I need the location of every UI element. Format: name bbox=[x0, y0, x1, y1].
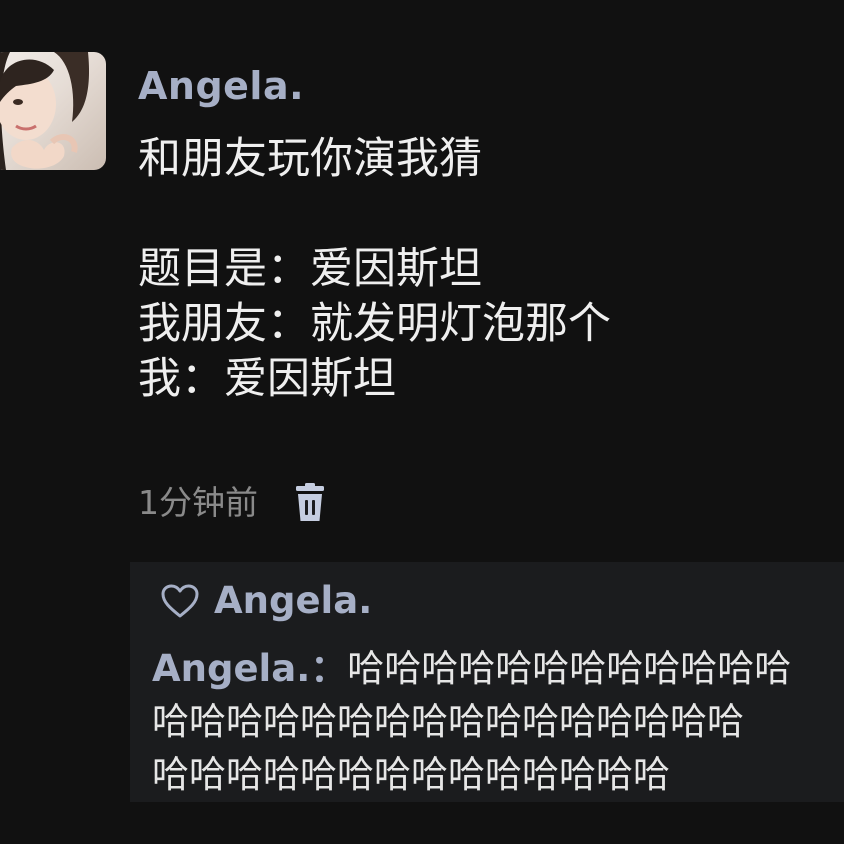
post-content: 和朋友玩你演我猜 题目是：爱因斯坦 我朋友：就发明灯泡那个 我：爱因斯坦 bbox=[138, 132, 828, 407]
heart-icon bbox=[161, 584, 199, 618]
like-indicator bbox=[160, 583, 200, 619]
post-timestamp: 1分钟前 bbox=[138, 483, 258, 522]
comment-separator: ： bbox=[310, 647, 348, 690]
post-line: 我：爱因斯坦 bbox=[138, 354, 396, 404]
post-author-name[interactable]: Angela. bbox=[138, 62, 304, 110]
avatar[interactable] bbox=[0, 52, 106, 170]
avatar-photo bbox=[0, 52, 90, 170]
comment-text: 哈哈哈哈哈哈哈哈哈哈哈哈 bbox=[347, 647, 792, 690]
post-line: 我朋友：就发明灯泡那个 bbox=[138, 299, 611, 349]
comment-text: 哈哈哈哈哈哈哈哈哈哈哈哈哈哈哈哈 bbox=[152, 700, 744, 743]
comment-text: 哈哈哈哈哈哈哈哈哈哈哈哈哈哈 bbox=[152, 753, 670, 796]
post-line: 和朋友玩你演我猜 bbox=[138, 134, 482, 184]
post-line: 题目是：爱因斯坦 bbox=[138, 244, 482, 294]
comment-author-name[interactable]: Angela. bbox=[152, 647, 310, 690]
post-blank-line bbox=[138, 187, 828, 242]
comment-line: Angela.：哈哈哈哈哈哈哈哈哈哈哈哈 bbox=[152, 642, 844, 695]
comment: Angela.：哈哈哈哈哈哈哈哈哈哈哈哈 哈哈哈哈哈哈哈哈哈哈哈哈哈哈哈哈 哈哈… bbox=[152, 642, 844, 801]
likes-row: Angela. bbox=[160, 576, 372, 626]
delete-button[interactable] bbox=[292, 483, 328, 523]
post-meta: 1分钟前 bbox=[138, 478, 328, 528]
trash-icon bbox=[296, 483, 324, 521]
interaction-panel: Angela. Angela.：哈哈哈哈哈哈哈哈哈哈哈哈 哈哈哈哈哈哈哈哈哈哈哈… bbox=[130, 562, 844, 802]
like-user-name[interactable]: Angela. bbox=[214, 576, 372, 626]
